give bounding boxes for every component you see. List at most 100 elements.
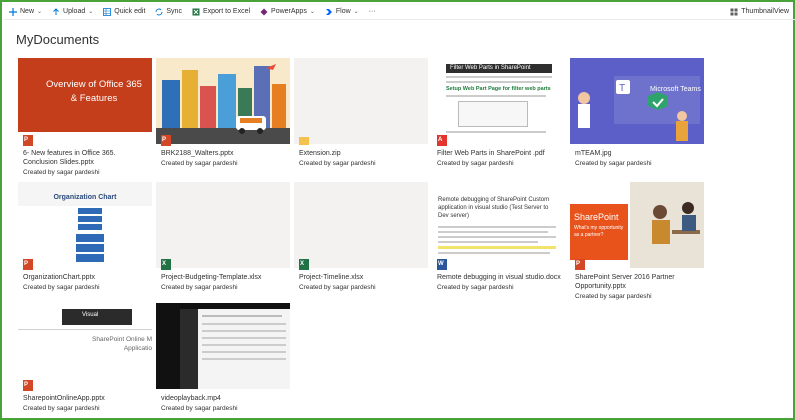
file-name[interactable]: Project-Budgeting-Template.xlsx: [161, 273, 289, 282]
app-frame: New ⌄ Upload ⌄ Quick edit Sync Export to…: [0, 0, 795, 420]
file-name[interactable]: OrganizationChart.pptx: [23, 273, 151, 282]
chevron-down-icon: ⌄: [37, 9, 43, 15]
file-name[interactable]: videoplayback.mp4: [161, 394, 289, 403]
thumbnail-title: Microsoft Teams: [650, 86, 701, 93]
flow-button[interactable]: Flow ⌄: [320, 4, 364, 20]
powerpoint-icon: P: [161, 135, 171, 146]
created-by: Created by sagar pardeshi: [23, 169, 100, 176]
file-name[interactable]: BRK2188_Walters.pptx: [161, 149, 289, 158]
powerpoint-icon: P: [575, 259, 585, 270]
powerpoint-icon: P: [23, 259, 33, 270]
command-bar: New ⌄ Upload ⌄ Quick edit Sync Export to…: [4, 4, 795, 20]
document-tile[interactable]: SharePoint What's my opportunity as a pa…: [570, 182, 704, 300]
thumbnail: Organization Chart: [18, 182, 152, 268]
pdf-icon: A: [437, 135, 447, 146]
powerapps-icon: [260, 8, 268, 15]
view-switcher[interactable]: ThumbnailView: [725, 4, 795, 20]
document-tile[interactable]: Filter Web Parts in SharePoint Setup Web…: [432, 58, 566, 178]
excel-icon: [192, 8, 200, 15]
city-illustration: [156, 58, 290, 144]
document-tile[interactable]: T Microsoft Teams mTEAM.jpg Created by s…: [570, 58, 704, 178]
thumbnail-title: Organization Chart: [53, 194, 117, 201]
excel-icon: X: [161, 259, 171, 270]
grid-edit-icon: [103, 7, 112, 16]
word-icon: W: [437, 259, 447, 270]
people-photo: [630, 182, 704, 268]
thumbnail: [156, 182, 290, 268]
thumbnail: [156, 58, 290, 144]
sync-button[interactable]: Sync: [150, 4, 187, 20]
file-name[interactable]: 6- New features in Office 365. Conclusio…: [23, 149, 151, 167]
thumbnail-view-icon: [730, 8, 738, 15]
created-by: Created by sagar pardeshi: [437, 284, 514, 291]
flow-icon: [325, 8, 332, 15]
svg-text:T: T: [619, 83, 625, 94]
thumbnail-title: SharePoint Online M Applicatio: [92, 336, 152, 352]
document-tile[interactable]: Organization Chart P OrganizationChart.p…: [18, 182, 152, 294]
file-name[interactable]: Project-Timeline.xlsx: [299, 273, 427, 282]
thumbnail: Remote debugging of SharePoint Custom ap…: [432, 182, 566, 268]
thumbnail: Overview of Office 365 & Features: [18, 58, 152, 144]
document-tile[interactable]: X Project-Budgeting-Template.xlsx Create…: [156, 182, 290, 294]
thumbnail: [156, 303, 290, 389]
document-tile[interactable]: X Project-Timeline.xlsx Created by sagar…: [294, 182, 428, 294]
export-label: Export to Excel: [202, 8, 251, 15]
powerapps-label: PowerApps: [271, 8, 307, 15]
chevron-down-icon: ⌄: [309, 9, 315, 15]
document-tile[interactable]: Overview of Office 365 & Features P 6- N…: [18, 58, 152, 178]
page-title: MyDocuments: [16, 32, 100, 47]
file-name[interactable]: Filter Web Parts in SharePoint .pdf: [437, 149, 565, 158]
export-to-excel-button[interactable]: Export to Excel: [187, 4, 255, 20]
upload-label: Upload: [63, 8, 86, 15]
created-by: Created by sagar pardeshi: [161, 284, 238, 291]
teams-illustration: T: [570, 58, 704, 144]
chevron-down-icon: ⌄: [353, 9, 359, 15]
upload-button[interactable]: Upload ⌄: [47, 4, 98, 20]
file-name[interactable]: SharepointOnlineApp.pptx: [23, 394, 151, 403]
file-name[interactable]: SharePoint Server 2016 Partner Opportuni…: [575, 273, 703, 291]
thumbnail: T Microsoft Teams: [570, 58, 704, 144]
document-tile[interactable]: P BRK2188_Walters.pptx Created by sagar …: [156, 58, 290, 178]
powerpoint-icon: P: [23, 135, 33, 146]
thumbnail: Visual SharePoint Online M Applicatio: [18, 303, 152, 389]
created-by: Created by sagar pardeshi: [575, 160, 652, 167]
file-name[interactable]: Remote debugging in visual studio.docx: [437, 273, 565, 282]
created-by: Created by sagar pardeshi: [161, 405, 238, 412]
new-button[interactable]: New ⌄: [4, 4, 47, 20]
folder-zip-icon: [299, 137, 309, 145]
created-by: Created by sagar pardeshi: [23, 284, 100, 291]
sync-icon: [155, 8, 163, 15]
thumbnail: Filter Web Parts in SharePoint Setup Web…: [432, 58, 566, 144]
plus-icon: [9, 7, 17, 16]
thumbnail-subtitle: Setup Web Part Page for filter web parts: [446, 86, 551, 92]
powerpoint-icon: P: [23, 380, 33, 391]
document-tile[interactable]: Visual SharePoint Online M Applicatio P …: [18, 303, 152, 415]
sync-label: Sync: [166, 8, 182, 15]
file-name[interactable]: Extension.zip: [299, 149, 427, 158]
created-by: Created by sagar pardeshi: [161, 160, 238, 167]
document-tile[interactable]: Remote debugging of SharePoint Custom ap…: [432, 182, 566, 294]
more-icon: ···: [368, 8, 376, 15]
powerapps-button[interactable]: PowerApps ⌄: [255, 4, 320, 20]
document-tile[interactable]: Extension.zip Created by sagar pardeshi: [294, 58, 428, 178]
excel-icon: X: [299, 259, 309, 270]
thumbnail-title: Overview of Office 365 & Features: [46, 79, 142, 104]
chevron-down-icon: ⌄: [88, 9, 94, 15]
thumbnail-subtitle: What's my opportunity as a partner?: [574, 225, 624, 238]
thumbnail-title: Filter Web Parts in SharePoint: [450, 65, 531, 71]
quick-edit-label: Quick edit: [114, 8, 146, 15]
new-label: New: [20, 8, 35, 15]
thumbnail: [294, 182, 428, 268]
document-tile[interactable]: videoplayback.mp4 Created by sagar parde…: [156, 303, 290, 415]
more-button[interactable]: ···: [364, 4, 381, 20]
thumbnail-title: Remote debugging of SharePoint Custom ap…: [438, 197, 550, 219]
thumbnail-title: SharePoint: [574, 212, 619, 222]
created-by: Created by sagar pardeshi: [23, 405, 100, 412]
created-by: Created by sagar pardeshi: [437, 160, 514, 167]
view-label: ThumbnailView: [741, 8, 789, 15]
created-by: Created by sagar pardeshi: [299, 284, 376, 291]
quick-edit-button[interactable]: Quick edit: [98, 4, 150, 20]
thumbnail: [294, 58, 428, 144]
logo-text: Visual: [82, 312, 99, 318]
file-name[interactable]: mTEAM.jpg: [575, 149, 703, 158]
